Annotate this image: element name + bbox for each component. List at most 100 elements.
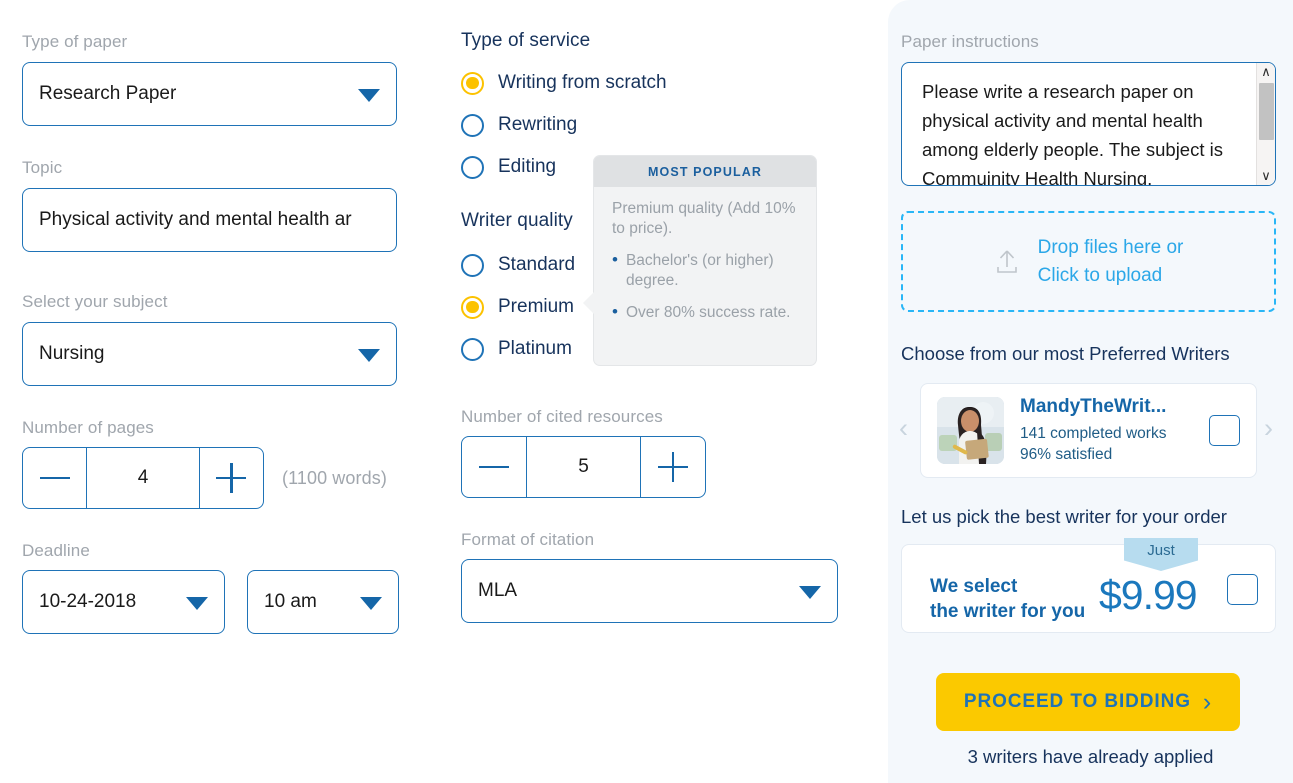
topic-group: Topic Physical activity and mental healt… — [22, 158, 397, 252]
quality-option-label: Platinum — [498, 338, 572, 359]
radio-unselected-icon — [461, 155, 484, 179]
tooltip-bullet-text: Over 80% success rate. — [625, 304, 791, 321]
textarea-scrollbar[interactable]: ∧ ∨ — [1256, 63, 1275, 185]
scrollbar-thumb[interactable] — [1258, 83, 1274, 140]
radio-unselected-icon — [461, 253, 484, 277]
quality-option-standard[interactable]: Standard — [461, 244, 575, 286]
quality-option-label: Standard — [498, 254, 576, 275]
cited-resources-group: Number of cited resources 5 — [461, 407, 706, 498]
upload-icon — [996, 249, 1017, 273]
deadline-time-value: 10 am — [264, 591, 317, 612]
topic-value: Physical activity and mental health ar — [39, 209, 352, 230]
writer-name: MandyTheWrit... — [1020, 396, 1167, 417]
paper-instructions-label-wrap: Paper instructions — [901, 32, 1039, 52]
writer-select-checkbox[interactable] — [1209, 415, 1240, 446]
chevron-right-icon: › — [1202, 687, 1213, 716]
chevron-down-icon — [799, 586, 821, 599]
cited-resources-decrement-button[interactable] — [462, 437, 526, 497]
upload-text: Drop files here or Click to upload — [1038, 234, 1184, 290]
subject-value: Nursing — [39, 343, 105, 364]
auto-pick-line1: We select — [930, 576, 1018, 597]
writer-quality-label: Writer quality — [461, 210, 573, 231]
quality-option-label: Premium — [498, 296, 575, 317]
chevron-down-icon — [358, 89, 380, 102]
chevron-down-icon — [360, 597, 382, 610]
radio-selected-icon — [461, 71, 484, 95]
plus-icon — [658, 452, 688, 482]
pages-stepper[interactable]: 4 — [22, 447, 264, 509]
preferred-writer-card[interactable]: MandyTheWrit... 141 completed works 96% … — [920, 383, 1257, 478]
type-of-paper-select[interactable]: Research Paper — [22, 62, 397, 126]
service-option-label: Writing from scratch — [498, 72, 667, 93]
pages-increment-button[interactable] — [200, 448, 263, 508]
radio-selected-icon — [461, 295, 484, 319]
paper-instructions-textarea[interactable]: Please write a research paper on physica… — [901, 62, 1276, 186]
chevron-left-icon[interactable]: ‹ — [899, 413, 908, 444]
bullet-icon: • — [612, 250, 618, 269]
subject-group: Select your subject Nursing — [22, 292, 397, 386]
pages-value[interactable]: 4 — [86, 448, 200, 508]
chevron-down-icon[interactable]: ∨ — [1261, 167, 1271, 185]
tooltip-bullet: • Bachelor's (or higher) degree. — [612, 251, 798, 291]
paper-instructions-value: Please write a research paper on physica… — [922, 81, 1223, 185]
proceed-to-bidding-button[interactable]: PROCEED TO BIDDING › — [936, 673, 1240, 731]
minus-icon — [479, 465, 509, 469]
bullet-icon: • — [612, 302, 618, 321]
deadline-label: Deadline — [22, 541, 90, 560]
paper-instructions-label: Paper instructions — [901, 32, 1039, 51]
writer-quality-group: Writer quality Standard Premium Platinum — [461, 210, 575, 370]
type-of-paper-group: Type of paper Research Paper — [22, 32, 397, 126]
citation-format-group: Format of citation MLA — [461, 530, 838, 623]
auto-pick-price: $9.99 — [1099, 572, 1198, 618]
upload-line1: Drop files here or — [1037, 236, 1184, 258]
chevron-up-icon[interactable]: ∧ — [1261, 63, 1271, 81]
avatar — [937, 397, 1004, 464]
deadline-date-value: 10-24-2018 — [39, 591, 137, 612]
minus-icon — [39, 476, 70, 480]
cited-resources-stepper[interactable]: 5 — [461, 436, 706, 498]
auto-pick-title: Let us pick the best writer for your ord… — [901, 506, 1227, 527]
radio-unselected-icon — [461, 113, 484, 137]
service-option-label: Rewriting — [498, 114, 578, 135]
pages-group: Number of pages 4 (1100 words) — [22, 418, 387, 509]
pages-label: Number of pages — [22, 418, 154, 437]
cta-label: PROCEED TO BIDDING — [963, 691, 1191, 712]
type-of-service-label: Type of service — [461, 30, 591, 51]
cited-resources-label: Number of cited resources — [461, 407, 663, 426]
citation-format-value: MLA — [478, 580, 518, 601]
file-upload-dropzone[interactable]: Drop files here or Click to upload — [901, 211, 1276, 312]
deadline-date-select[interactable]: 10-24-2018 — [22, 570, 225, 634]
type-of-paper-label: Type of paper — [22, 32, 128, 51]
chevron-down-icon — [358, 349, 380, 362]
upload-line2: Click to upload — [1037, 264, 1163, 286]
citation-format-label: Format of citation — [461, 530, 595, 549]
auto-pick-line2: the writer for you — [930, 601, 1086, 622]
writer-completed-works: 141 completed works — [1020, 425, 1167, 442]
auto-pick-text: We select the writer for you — [930, 574, 1085, 624]
tooltip-bullet-text: Bachelor's (or higher) degree. — [625, 252, 774, 289]
chevron-right-icon[interactable]: › — [1264, 413, 1273, 444]
auto-pick-card[interactable]: We select the writer for you $9.99 — [901, 544, 1276, 633]
deadline-group: Deadline 10-24-2018 10 am — [22, 541, 399, 634]
tooltip-arrow-icon — [583, 292, 594, 314]
writers-applied-note: 3 writers have already applied — [967, 746, 1214, 767]
deadline-time-select[interactable]: 10 am — [247, 570, 399, 634]
citation-format-select[interactable]: MLA — [461, 559, 838, 623]
type-of-paper-value: Research Paper — [39, 83, 177, 104]
order-form-page: Type of paper Research Paper Topic Physi… — [0, 0, 1293, 783]
cited-resources-increment-button[interactable] — [641, 437, 705, 497]
service-option-rewriting[interactable]: Rewriting — [461, 104, 667, 146]
topic-input[interactable]: Physical activity and mental health ar — [22, 188, 397, 252]
quality-option-platinum[interactable]: Platinum — [461, 328, 575, 370]
plus-icon — [216, 463, 247, 493]
cited-resources-value[interactable]: 5 — [526, 437, 641, 497]
premium-tooltip: MOST POPULAR Premium quality (Add 10% to… — [583, 155, 817, 366]
topic-label: Topic — [22, 158, 63, 177]
quality-option-premium[interactable]: Premium — [461, 286, 575, 328]
tooltip-bullet: • Over 80% success rate. — [612, 303, 798, 323]
auto-pick-checkbox[interactable] — [1227, 574, 1258, 605]
subject-select[interactable]: Nursing — [22, 322, 397, 386]
service-option-writing-from-scratch[interactable]: Writing from scratch — [461, 62, 667, 104]
pages-decrement-button[interactable] — [23, 448, 86, 508]
subject-label: Select your subject — [22, 292, 168, 311]
